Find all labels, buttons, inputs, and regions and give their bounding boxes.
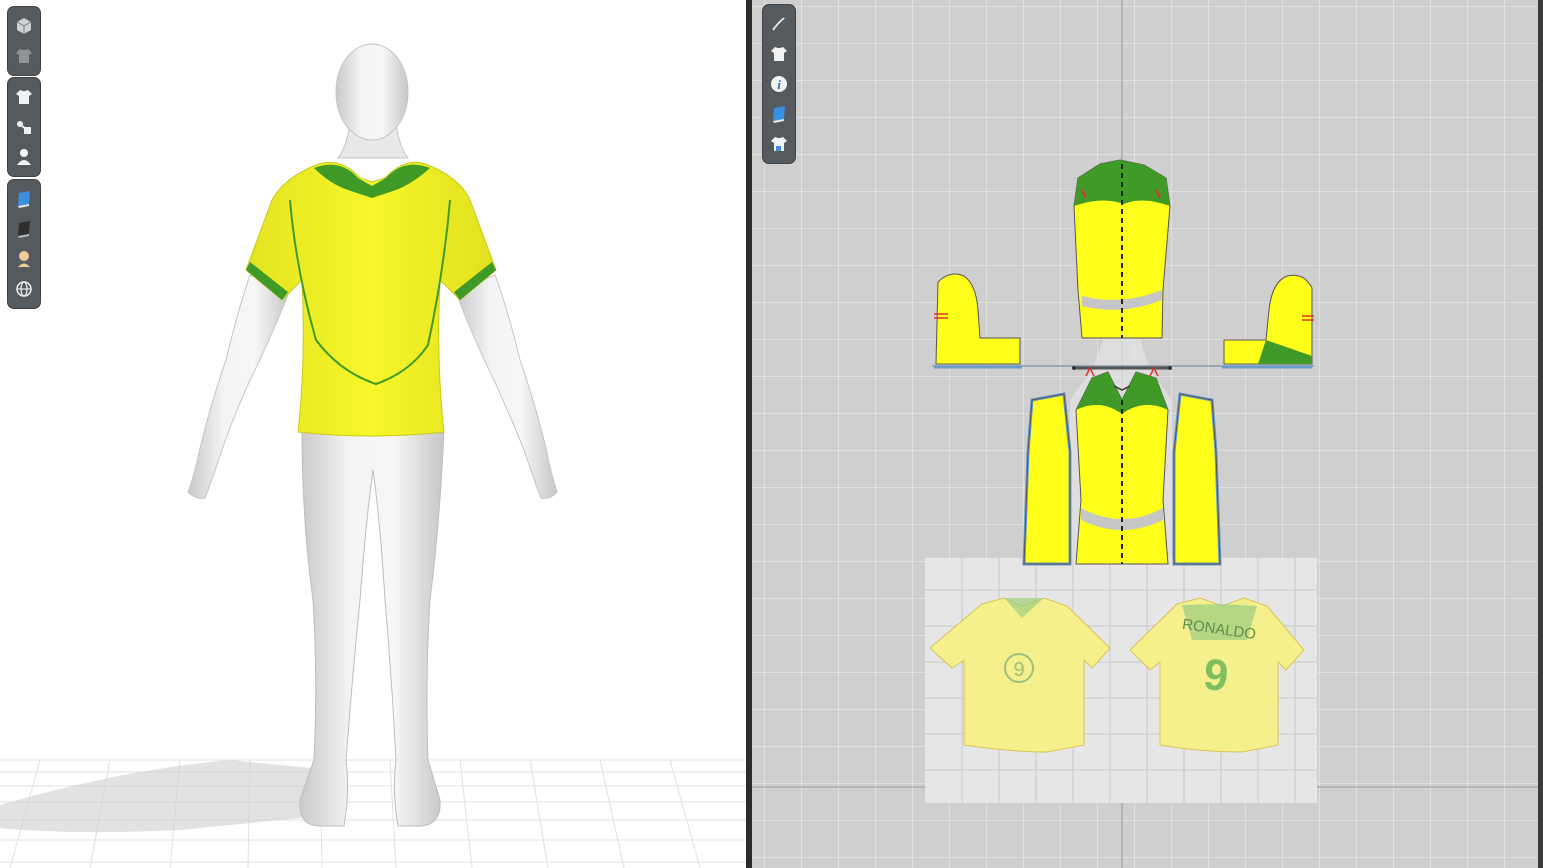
2d-pattern-canvas: RONALDO 9 9: [752, 0, 1538, 868]
avatar-left-arm: [187, 274, 291, 499]
garment-display-button[interactable]: [11, 43, 37, 69]
skin-button[interactable]: [11, 246, 37, 272]
reference-back-number: 9: [1201, 650, 1230, 701]
shirt-icon: [16, 90, 32, 104]
cube-view-button[interactable]: [11, 13, 37, 39]
texture-button[interactable]: [11, 186, 37, 212]
3d-viewport[interactable]: [0, 0, 746, 868]
shirt-button[interactable]: [11, 84, 37, 110]
garment-lock-button[interactable]: [766, 131, 792, 157]
avatar-tools-button[interactable]: [11, 114, 37, 140]
right-sleeve-pattern-piece: [1222, 274, 1314, 369]
garment-lock-icon: [771, 137, 787, 151]
skin-icon: [18, 251, 30, 267]
render-icon: [18, 221, 30, 238]
texture-icon: [773, 106, 785, 123]
globe-icon: [16, 281, 32, 297]
cube-view-icon: [16, 18, 32, 34]
texture-button-2d[interactable]: [766, 101, 792, 127]
2d-pattern-viewport[interactable]: RONALDO 9 9 i: [752, 0, 1538, 868]
pen-icon: [772, 17, 786, 31]
left-side-panel-piece: [1022, 392, 1072, 566]
pen-button[interactable]: [766, 11, 792, 37]
right-side-panel-piece: [1172, 392, 1222, 566]
svg-text:i: i: [777, 77, 781, 92]
3d-scene: [0, 43, 746, 868]
info-button[interactable]: i: [766, 71, 792, 97]
avatar-shadow: [0, 760, 330, 833]
neck-band-piece: [1072, 366, 1172, 370]
avatar-head: [335, 43, 409, 141]
shirt-icon: [771, 47, 787, 61]
reference-image-block: [925, 558, 1317, 803]
left-sleeve-pattern-piece: [934, 273, 1022, 369]
toolbar-3d-group-2: [8, 78, 40, 176]
back-pattern-piece: [1073, 159, 1171, 339]
shirt-body: [245, 161, 497, 437]
right-edge-strip: [1538, 0, 1543, 868]
info-icon: i: [771, 76, 787, 92]
avatar-right-arm: [454, 274, 558, 499]
garment-display-icon: [16, 49, 32, 63]
toolbar-2d: i: [763, 5, 795, 163]
avatar-icon: [17, 149, 31, 165]
reference-front-number: 9: [1013, 659, 1024, 681]
texture-icon: [18, 191, 30, 208]
avatar-legs: [299, 429, 445, 827]
globe-button[interactable]: [11, 276, 37, 302]
avatar-button[interactable]: [11, 144, 37, 170]
shirt-button-2d[interactable]: [766, 41, 792, 67]
toolbar-3d-group-3: [8, 180, 40, 308]
avatar-tools-icon: [17, 121, 31, 134]
render-button[interactable]: [11, 216, 37, 242]
toolbar-3d-group-1: [8, 7, 40, 75]
